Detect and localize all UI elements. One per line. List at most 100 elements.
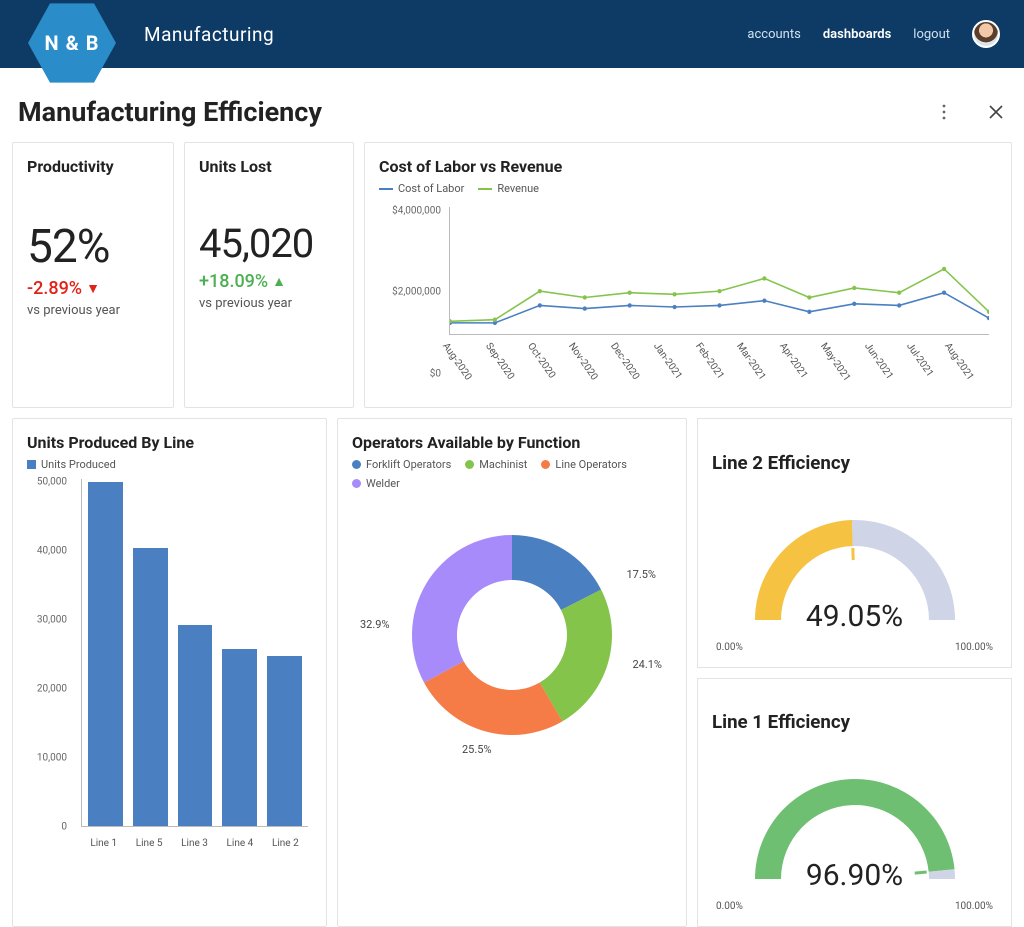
card-units-by-line: Units Produced By Line Units Produced 50… bbox=[12, 418, 327, 927]
legend-swatch bbox=[352, 479, 361, 488]
x-tick: Line 1 bbox=[81, 838, 126, 849]
x-tick: Line 3 bbox=[172, 838, 217, 849]
y-tick: 30,000 bbox=[37, 615, 67, 626]
card-title: Operators Available by Function bbox=[352, 433, 672, 452]
bar bbox=[267, 656, 302, 826]
legend-swatch bbox=[379, 188, 393, 190]
y-tick: 50,000 bbox=[37, 477, 67, 488]
card-productivity: Productivity 52% -2.89% ▼ vs previous ye… bbox=[12, 142, 174, 408]
avatar[interactable] bbox=[972, 20, 1000, 48]
legend-swatch bbox=[352, 460, 361, 469]
top-nav: accounts dashboards logout bbox=[747, 20, 1000, 48]
arrow-down-icon: ▼ bbox=[86, 280, 100, 297]
nav-dashboards[interactable]: dashboards bbox=[823, 27, 891, 42]
legend-swatch bbox=[27, 460, 36, 469]
close-icon[interactable] bbox=[986, 102, 1006, 122]
card-title: Cost of Labor vs Revenue bbox=[379, 157, 997, 176]
card-operators: Operators Available by Function Forklift… bbox=[337, 418, 687, 927]
slice-label-forklift: 17.5% bbox=[626, 568, 656, 581]
kpi-delta: +18.09% ▲ bbox=[199, 271, 339, 292]
gauge-value: 96.90% bbox=[735, 858, 975, 893]
bar bbox=[88, 482, 123, 826]
gauge-scale: 0.00% 100.00% bbox=[712, 901, 997, 912]
topbar: N & B Manufacturing accounts dashboards … bbox=[0, 0, 1024, 68]
donut-chart: 17.5% 24.1% 25.5% 32.9% bbox=[352, 510, 672, 760]
gauge-chart: 49.05% bbox=[735, 500, 975, 640]
bar-chart: 50,000 40,000 30,000 20,000 10,000 0 Lin… bbox=[27, 479, 312, 859]
slice-label-machinist: 24.1% bbox=[632, 658, 662, 671]
card-cost-vs-revenue: Cost of Labor vs Revenue Cost of Labor R… bbox=[364, 142, 1012, 408]
kpi-subtext: vs previous year bbox=[199, 296, 339, 311]
more-icon[interactable] bbox=[934, 102, 954, 122]
card-title: Units Produced By Line bbox=[27, 433, 312, 452]
y-tick: $4,000,000 bbox=[392, 205, 441, 216]
gauge-min: 0.00% bbox=[716, 901, 743, 912]
legend-item-revenue: Revenue bbox=[478, 182, 539, 195]
x-axis: Aug-2020Sep-2020Oct-2020Nov-2020Dec-2020… bbox=[449, 337, 989, 393]
kpi-value: 52% bbox=[27, 220, 159, 274]
legend: Forklift Operators Machinist Line Operat… bbox=[352, 458, 672, 490]
y-tick: 20,000 bbox=[37, 684, 67, 695]
legend: Cost of Labor Revenue bbox=[379, 182, 997, 195]
y-tick: 0 bbox=[61, 822, 67, 833]
y-tick: 40,000 bbox=[37, 546, 67, 557]
legend: Units Produced bbox=[27, 458, 312, 471]
x-tick: Line 5 bbox=[126, 838, 171, 849]
slice-label-welder: 32.9% bbox=[360, 618, 390, 631]
legend-swatch bbox=[478, 188, 492, 190]
legend-label: Cost of Labor bbox=[398, 182, 464, 195]
legend-item-cost: Cost of Labor bbox=[379, 182, 464, 195]
nav-accounts[interactable]: accounts bbox=[747, 27, 800, 42]
row-2: Units Produced By Line Units Produced 50… bbox=[0, 408, 1024, 927]
gauge-min: 0.00% bbox=[716, 642, 743, 653]
line-chart: $4,000,000 $2,000,000 $0 Aug-2020Sep-202… bbox=[379, 203, 997, 393]
gauge-chart: 96.90% bbox=[735, 759, 975, 899]
kpi-delta: -2.89% ▼ bbox=[27, 278, 159, 299]
card-line1-efficiency: Line 1 Efficiency 96.90% 0.00% 100.00% bbox=[697, 678, 1012, 927]
card-title: Units Lost bbox=[199, 157, 339, 176]
gauge-scale: 0.00% 100.00% bbox=[712, 642, 997, 653]
card-units-lost: Units Lost 45,020 +18.09% ▲ vs previous … bbox=[184, 142, 354, 408]
nav-logout[interactable]: logout bbox=[913, 27, 950, 42]
bar bbox=[178, 625, 213, 826]
legend-item-forklift: Forklift Operators bbox=[352, 458, 451, 471]
kpi-delta-text: +18.09% bbox=[199, 271, 268, 292]
card-line2-efficiency: Line 2 Efficiency 49.05% 0.00% 100.00% bbox=[697, 418, 1012, 668]
bar bbox=[222, 649, 257, 826]
legend-label: Line Operators bbox=[555, 458, 626, 471]
legend-swatch bbox=[465, 460, 474, 469]
gauge-max: 100.00% bbox=[955, 901, 993, 912]
x-tick: Line 4 bbox=[217, 838, 262, 849]
kpi-delta-text: -2.89% bbox=[27, 278, 82, 299]
card-title: Line 2 Efficiency bbox=[712, 452, 997, 474]
page-actions bbox=[934, 102, 1006, 122]
brand-name: Manufacturing bbox=[144, 23, 274, 46]
card-title: Line 1 Efficiency bbox=[712, 711, 997, 733]
x-axis: Line 1Line 5Line 3Line 4Line 2 bbox=[81, 838, 308, 849]
row-1: Productivity 52% -2.89% ▼ vs previous ye… bbox=[0, 142, 1024, 408]
legend-item-machinist: Machinist bbox=[465, 458, 527, 471]
page-header: Manufacturing Efficiency bbox=[0, 68, 1024, 142]
gauge-column: Line 2 Efficiency 49.05% 0.00% 100.00% L… bbox=[697, 418, 1012, 927]
legend-label: Revenue bbox=[497, 182, 539, 195]
x-tick: Line 2 bbox=[263, 838, 308, 849]
bars bbox=[81, 479, 308, 827]
card-title: Productivity bbox=[27, 157, 159, 176]
kpi-subtext: vs previous year bbox=[27, 303, 159, 318]
legend-swatch bbox=[541, 460, 550, 469]
gauge-value: 49.05% bbox=[735, 599, 975, 634]
legend-label: Units Produced bbox=[41, 458, 116, 471]
y-tick: $2,000,000 bbox=[392, 287, 441, 298]
y-axis: 50,000 40,000 30,000 20,000 10,000 0 bbox=[27, 479, 71, 827]
kpi-value: 45,020 bbox=[199, 220, 339, 267]
legend-item: Units Produced bbox=[27, 458, 116, 471]
legend-label: Forklift Operators bbox=[366, 458, 451, 471]
legend-label: Welder bbox=[366, 477, 400, 490]
legend-item-welder: Welder bbox=[352, 477, 400, 490]
y-tick: 10,000 bbox=[37, 753, 67, 764]
page-title: Manufacturing Efficiency bbox=[18, 96, 322, 128]
slice-label-line-op: 25.5% bbox=[462, 743, 492, 756]
arrow-up-icon: ▲ bbox=[272, 273, 286, 290]
bar bbox=[133, 548, 168, 826]
legend-label: Machinist bbox=[479, 458, 527, 471]
